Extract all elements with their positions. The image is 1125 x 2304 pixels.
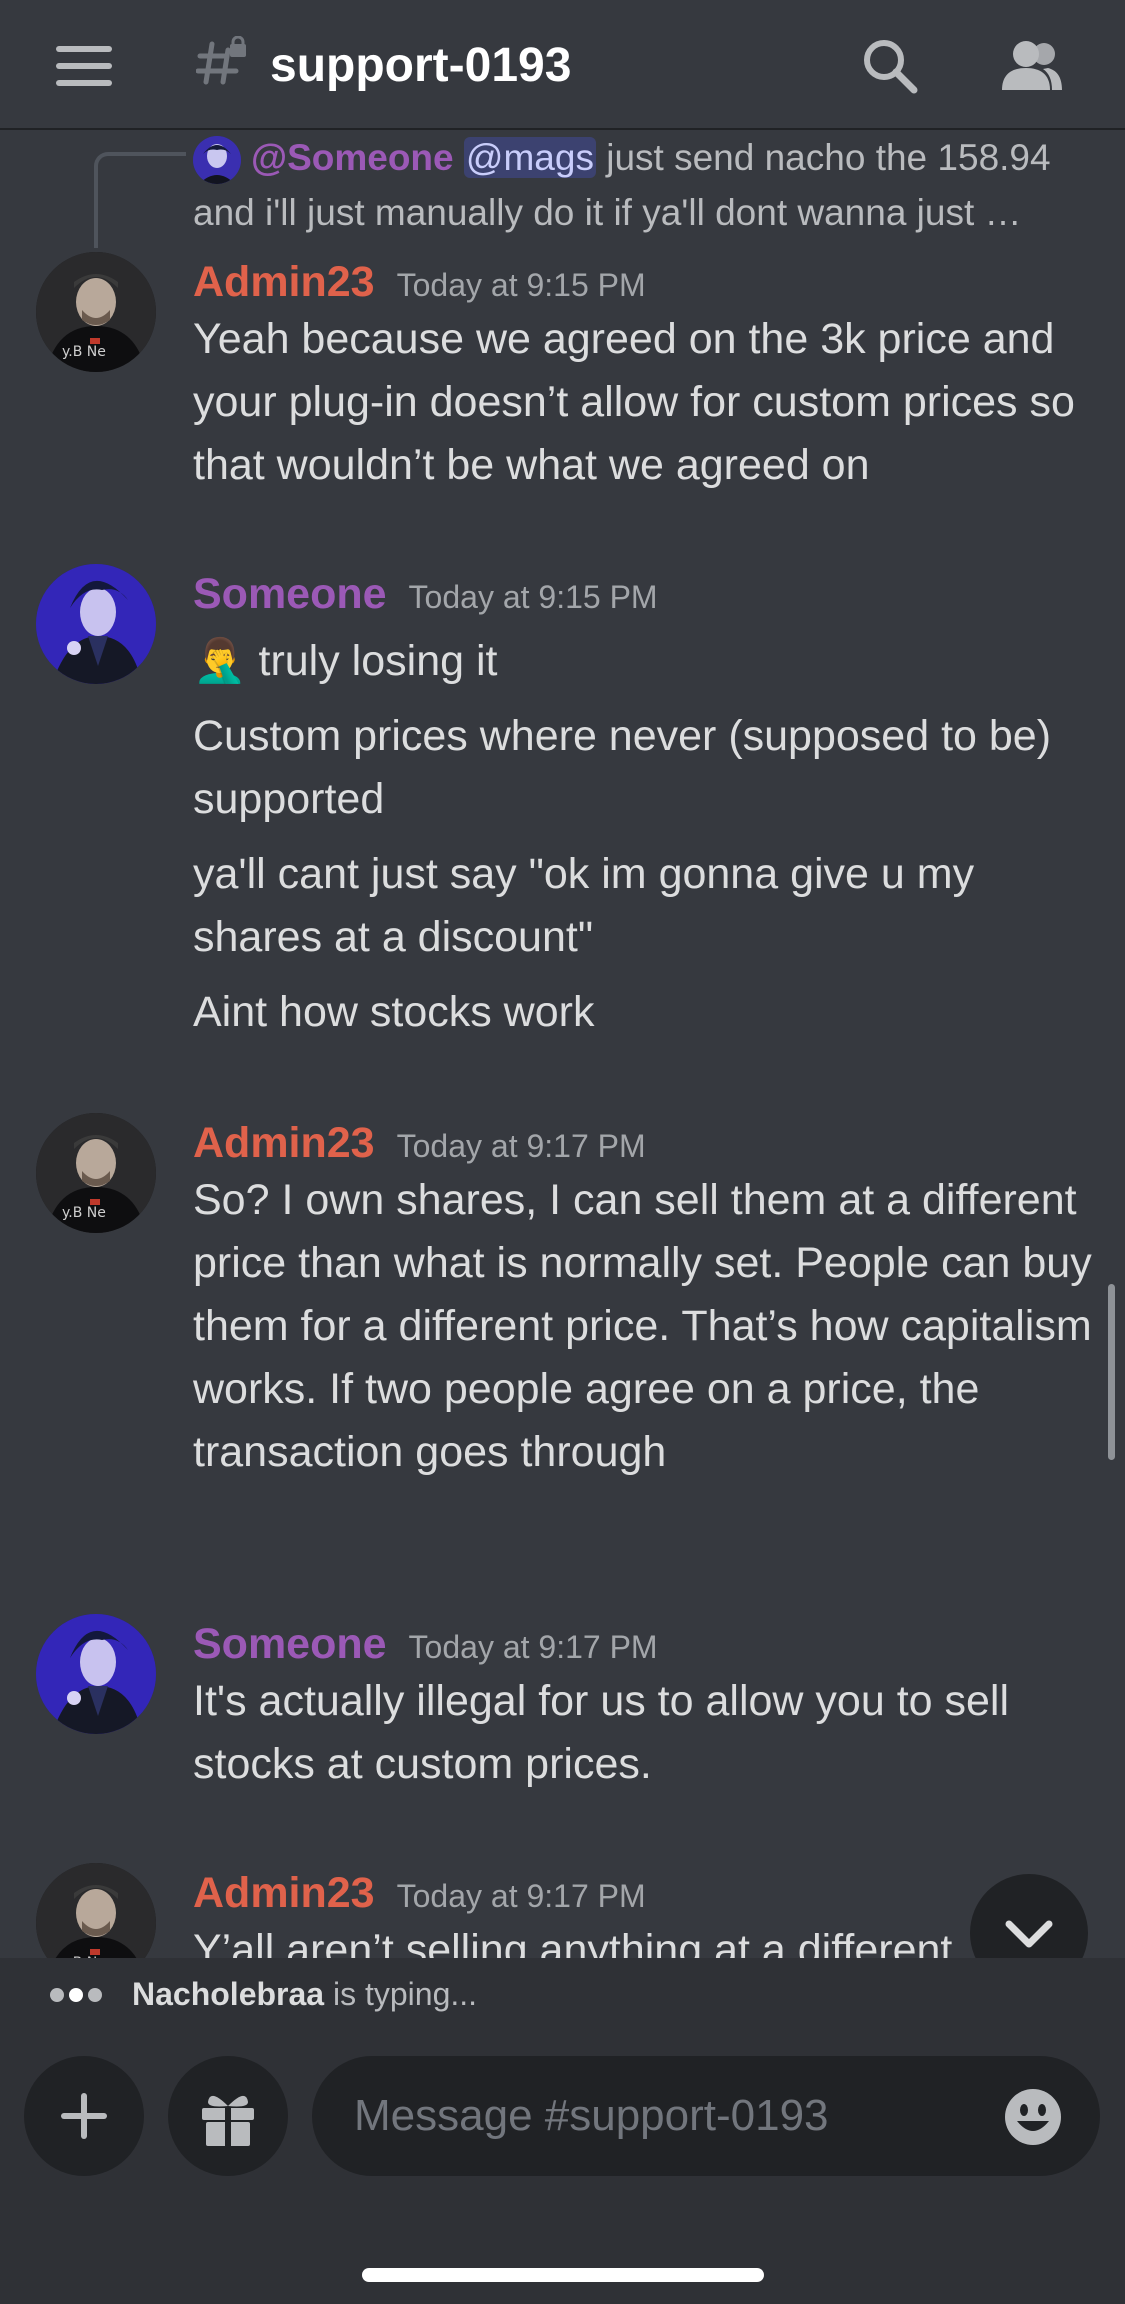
reply-preview-line: @Someone @mags just send nacho the 158.9… — [193, 130, 1088, 185]
username[interactable]: Admin23 — [193, 1119, 375, 1167]
locked-channel-icon — [196, 36, 246, 85]
username[interactable]: Someone — [193, 570, 387, 618]
avatar[interactable] — [36, 1614, 156, 1734]
message-header: Admin23 Today at 9:15 PM — [193, 252, 646, 312]
gift-icon — [202, 2095, 254, 2146]
message-text: Yeah because we agreed on the 3k price a… — [193, 315, 1075, 489]
username[interactable]: Admin23 — [193, 1869, 375, 1917]
plus-icon — [61, 2093, 107, 2139]
message-content: It's actually illegal for us to allow yo… — [193, 1670, 1093, 1796]
timestamp: Today at 9:17 PM — [396, 1878, 646, 1914]
message-header: Someone Today at 9:15 PM — [193, 564, 658, 624]
message-text: Y’all aren’t selling anything at a diffe… — [193, 1926, 953, 1958]
message-header: Admin23 Today at 9:17 PM — [193, 1863, 646, 1923]
timestamp: Today at 9:17 PM — [396, 1128, 646, 1164]
message-input[interactable]: Message #support-0193 — [312, 2056, 1100, 2176]
reply-text-line1: just send nacho the 158.94 — [595, 137, 1051, 178]
channel-title: support-0193 — [270, 39, 572, 92]
reply-text-line2: and i'll just manually do it if ya'll do… — [193, 192, 1022, 233]
facepalm-emoji: 🤦‍♂️ — [193, 637, 247, 685]
gift-button[interactable] — [168, 2056, 288, 2176]
svg-text:y.B Ne: y.B Ne — [62, 1205, 106, 1221]
message-line: truly losing it — [258, 637, 498, 685]
typing-suffix: is typing... — [324, 1976, 478, 2012]
reply-preview[interactable]: @Someone @mags just send nacho the 158.9… — [193, 130, 1088, 240]
timestamp: Today at 9:17 PM — [408, 1629, 658, 1665]
typing-user: Nacholebraa — [132, 1976, 325, 2012]
username[interactable]: Admin23 — [193, 258, 375, 306]
message-content: So? I own shares, I can sell them at a d… — [193, 1169, 1093, 1484]
message-composer: Message #support-0193 — [0, 2030, 1125, 2304]
emoji-icon[interactable] — [1004, 2088, 1062, 2146]
timestamp: Today at 9:15 PM — [396, 267, 646, 303]
members-icon[interactable] — [1000, 34, 1064, 98]
reply-connector — [94, 152, 186, 248]
home-indicator[interactable] — [362, 2268, 764, 2282]
message-content: Yeah because we agreed on the 3k price a… — [193, 308, 1093, 497]
message-content: Y’all aren’t selling anything at a diffe… — [193, 1919, 1093, 1958]
message-content: 🤦‍♂️ truly losing it Custom prices where… — [193, 630, 1093, 1044]
message-header: Someone Today at 9:17 PM — [193, 1614, 658, 1674]
timestamp: Today at 9:15 PM — [408, 579, 658, 615]
typing-indicator: Nacholebraa is typing... — [0, 1958, 1125, 2030]
message-text: It's actually illegal for us to allow yo… — [193, 1677, 1010, 1788]
svg-text:y.B Ne: y.B Ne — [62, 344, 106, 360]
avatar[interactable]: y.B Ne — [36, 1863, 156, 1958]
add-attachment-button[interactable] — [24, 2056, 144, 2176]
search-icon[interactable] — [858, 34, 922, 98]
message-list[interactable]: @Someone @mags just send nacho the 158.9… — [0, 130, 1125, 1958]
reply-avatar — [193, 136, 241, 185]
typing-text: Nacholebraa is typing... — [132, 1974, 477, 2014]
avatar[interactable]: y.B Ne — [36, 1113, 156, 1233]
message-input-placeholder: Message #support-0193 — [354, 2091, 829, 2140]
reply-mention[interactable]: @mags — [463, 137, 596, 178]
message-header: Admin23 Today at 9:17 PM — [193, 1113, 646, 1173]
message-text: ya'll cant just say "ok im gonna give u … — [193, 850, 975, 961]
username[interactable]: Someone — [193, 1620, 387, 1668]
typing-dots-icon — [50, 1988, 107, 2007]
message-text: Aint how stocks work — [193, 988, 595, 1036]
message-text: So? I own shares, I can sell them at a d… — [193, 1176, 1092, 1476]
hamburger-menu-icon[interactable] — [56, 46, 112, 86]
channel-header: support-0193 — [0, 0, 1125, 130]
reply-author[interactable]: @Someone — [251, 137, 454, 178]
message-text: 🤦‍♂️ truly losing it — [193, 630, 1093, 693]
message-text: Custom prices where never (supposed to b… — [193, 712, 1052, 823]
avatar[interactable] — [36, 564, 156, 684]
avatar[interactable]: y.B Ne — [36, 252, 156, 372]
scrollbar-thumb[interactable] — [1108, 1284, 1115, 1460]
